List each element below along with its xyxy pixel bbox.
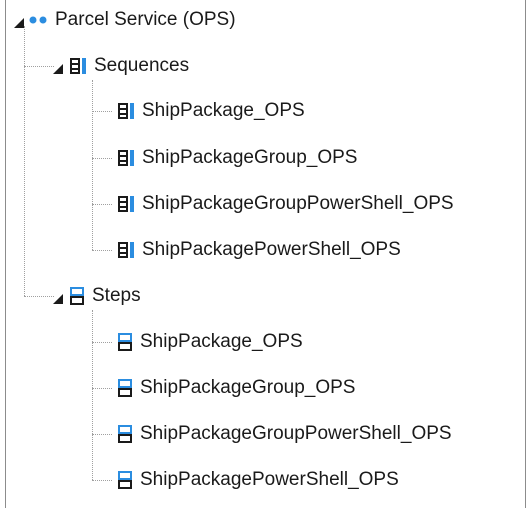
- tree-node-label: Parcel Service (OPS): [55, 9, 236, 30]
- tree-item-step[interactable]: ShipPackageGroupPowerShell_OPS: [116, 419, 452, 449]
- tree-item-label: ShipPackageGroupPowerShell_OPS: [142, 193, 454, 214]
- service-dots-icon: [29, 15, 49, 25]
- tree-connector: [92, 250, 112, 251]
- tree-connector: [92, 342, 112, 343]
- sequence-icon: [116, 148, 136, 168]
- tree-item-step[interactable]: ShipPackage_OPS: [116, 327, 303, 357]
- tree-item-label: ShipPackageGroup_OPS: [140, 377, 356, 398]
- expand-triangle-icon[interactable]: [14, 15, 24, 28]
- step-icon: [116, 470, 134, 490]
- tree-connector: [92, 310, 93, 480]
- tree-connector: [92, 111, 112, 112]
- tree-connector: [24, 296, 54, 297]
- tree-item-sequence[interactable]: ShipPackagePowerShell_OPS: [116, 235, 401, 265]
- tree-connector: [92, 80, 93, 250]
- tree-node-steps[interactable]: Steps: [53, 281, 141, 311]
- step-icon: [116, 378, 134, 398]
- tree-node-root[interactable]: Parcel Service (OPS): [14, 5, 236, 35]
- tree-node-sequences[interactable]: Sequences: [53, 51, 189, 81]
- tree-item-label: ShipPackage_OPS: [142, 100, 305, 121]
- tree-item-step[interactable]: ShipPackagePowerShell_OPS: [116, 465, 399, 495]
- tree-connector: [92, 388, 112, 389]
- tree-node-label: Steps: [92, 285, 141, 306]
- tree-connector: [24, 66, 54, 67]
- tree-connector: [92, 158, 112, 159]
- tree-item-label: ShipPackageGroup_OPS: [142, 147, 358, 168]
- tree-item-step[interactable]: ShipPackageGroup_OPS: [116, 373, 355, 403]
- step-icon: [116, 332, 134, 352]
- tree-item-label: ShipPackagePowerShell_OPS: [140, 469, 399, 490]
- sequence-icon: [116, 101, 136, 121]
- tree-item-label: ShipPackagePowerShell_OPS: [142, 239, 401, 260]
- tree-connector: [92, 434, 112, 435]
- step-icon: [68, 286, 86, 306]
- tree-item-label: ShipPackage_OPS: [140, 331, 303, 352]
- sequence-icon: [116, 240, 136, 260]
- sequence-icon: [68, 56, 88, 76]
- tree-view: Parcel Service (OPS) Sequences ShipPacka…: [0, 0, 527, 508]
- tree-connector: [92, 204, 112, 205]
- expand-triangle-icon[interactable]: [53, 291, 63, 304]
- tree-item-sequence[interactable]: ShipPackageGroup_OPS: [116, 143, 357, 173]
- expand-triangle-icon[interactable]: [53, 61, 63, 74]
- tree-item-sequence[interactable]: ShipPackage_OPS: [116, 96, 305, 126]
- tree-item-sequence[interactable]: ShipPackageGroupPowerShell_OPS: [116, 189, 454, 219]
- tree-item-label: ShipPackageGroupPowerShell_OPS: [140, 423, 452, 444]
- tree-node-label: Sequences: [94, 55, 190, 76]
- step-icon: [116, 424, 134, 444]
- tree-connector: [92, 480, 112, 481]
- sequence-icon: [116, 194, 136, 214]
